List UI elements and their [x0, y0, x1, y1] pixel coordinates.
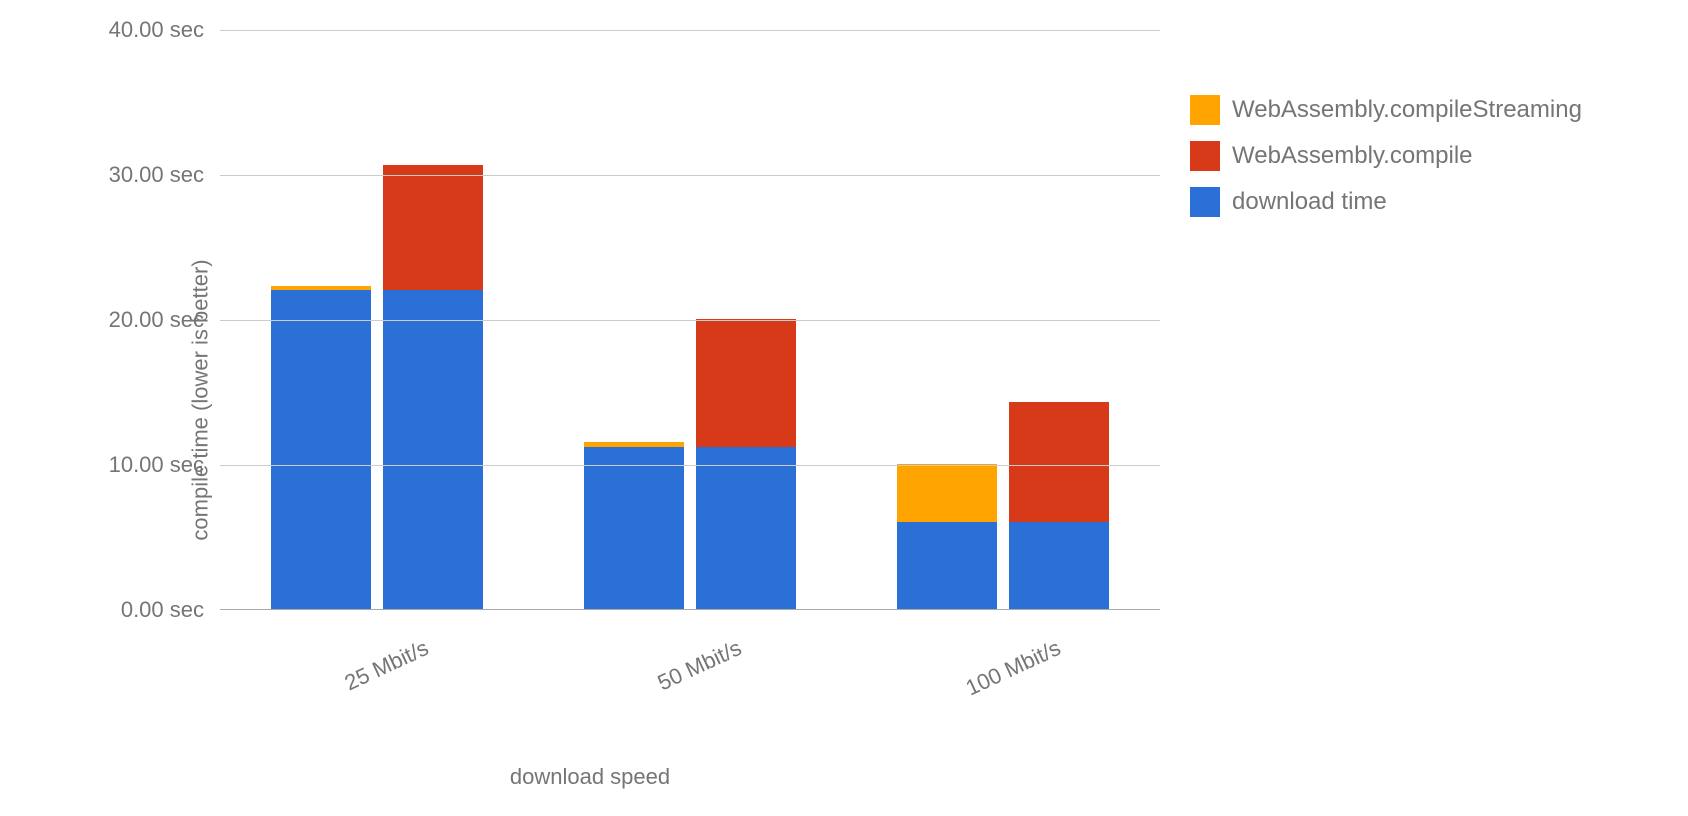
stacked-bar	[271, 286, 371, 609]
gridline	[220, 175, 1160, 176]
stacked-bar	[696, 319, 796, 609]
bar-segment-download	[383, 290, 483, 609]
legend-item: WebAssembly.compileStreaming	[1190, 95, 1582, 125]
bar-segment-compile	[696, 319, 796, 447]
y-tick-label: 20.00 sec	[109, 307, 220, 333]
y-tick-label: 0.00 sec	[121, 597, 220, 623]
legend-item: download time	[1190, 187, 1582, 217]
stacked-bar	[584, 442, 684, 609]
legend-swatch	[1190, 141, 1220, 171]
gridline	[220, 30, 1160, 31]
bar-segment-compile	[1009, 402, 1109, 522]
legend-swatch	[1190, 95, 1220, 125]
stacked-bar	[1009, 402, 1109, 609]
x-tick-label: 100 Mbit/s	[962, 635, 1065, 701]
y-tick-label: 40.00 sec	[109, 17, 220, 43]
x-tick-label: 25 Mbit/s	[340, 635, 432, 696]
legend-swatch	[1190, 187, 1220, 217]
bar-segment-download	[1009, 522, 1109, 609]
stacked-bar	[897, 464, 997, 609]
legend-label: WebAssembly.compileStreaming	[1232, 96, 1582, 124]
gridline	[220, 320, 1160, 321]
plot-area: 25 Mbit/s50 Mbit/s100 Mbit/s 0.00 sec10.…	[220, 30, 1160, 610]
bar-segment-download	[271, 290, 371, 609]
legend: WebAssembly.compileStreaming WebAssembly.…	[1190, 95, 1582, 233]
bar-segment-compile	[383, 165, 483, 290]
bar-segment-download	[897, 522, 997, 609]
gridline	[220, 465, 1160, 466]
legend-label: download time	[1232, 188, 1387, 216]
legend-label: WebAssembly.compile	[1232, 142, 1473, 170]
x-tick-label: 50 Mbit/s	[654, 635, 746, 696]
chart-container: compile time (lower is better) 25 Mbit/s…	[40, 20, 1660, 780]
stacked-bar	[383, 165, 483, 609]
y-tick-label: 10.00 sec	[109, 452, 220, 478]
x-axis-label: download speed	[40, 764, 1140, 790]
bar-segment-download	[584, 447, 684, 609]
bar-segment-streaming	[897, 464, 997, 522]
legend-item: WebAssembly.compile	[1190, 141, 1582, 171]
y-tick-label: 30.00 sec	[109, 162, 220, 188]
bar-segment-download	[696, 447, 796, 609]
y-axis-label: compile time (lower is better)	[188, 259, 214, 540]
